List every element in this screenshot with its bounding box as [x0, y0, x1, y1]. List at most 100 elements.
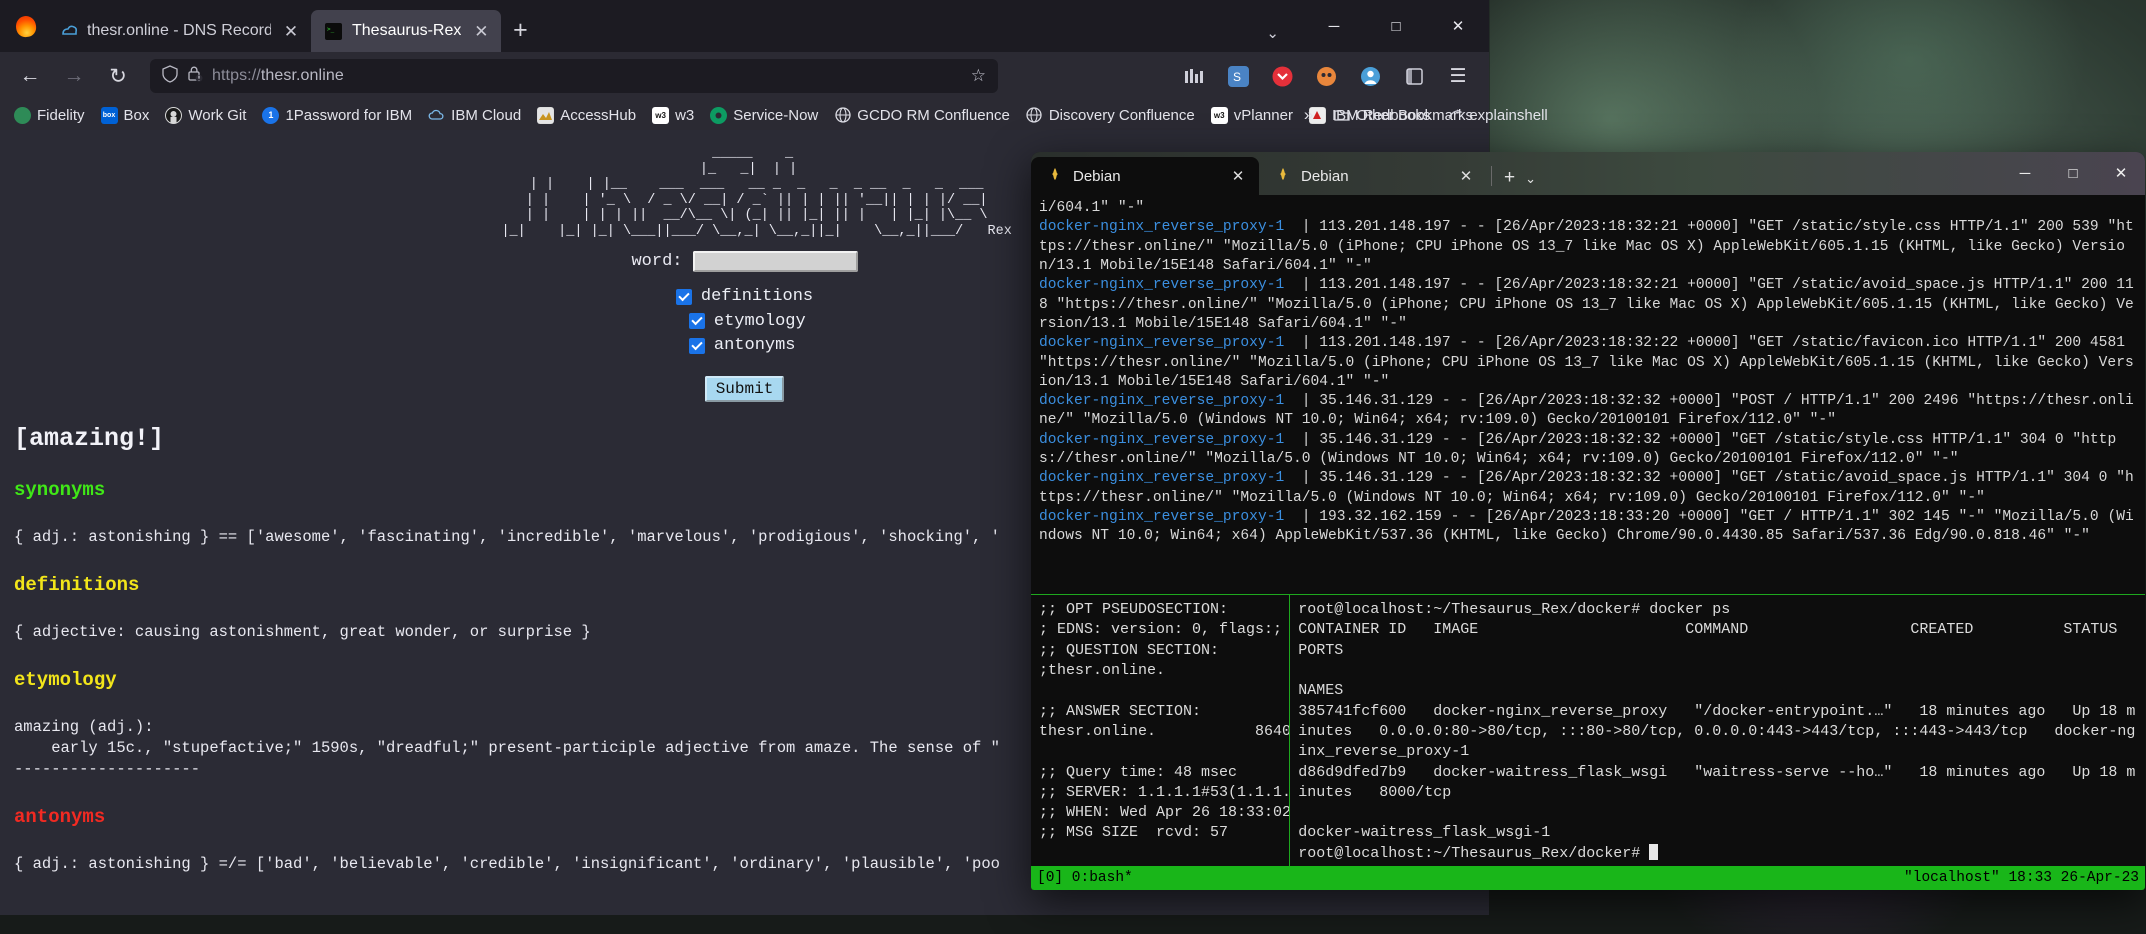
- svg-text:>_: >_: [327, 26, 335, 33]
- globe-icon: [834, 107, 851, 124]
- address-bar-url[interactable]: https://thesr.online: [212, 67, 344, 85]
- pocket-icon[interactable]: [1261, 58, 1303, 94]
- bookmark-gcdo-rm-confluence-label: GCDO RM Confluence: [857, 106, 1010, 124]
- bookmarks-bar-right: » Other Bookmarks: [1296, 105, 1481, 126]
- terminal-body[interactable]: i/604.1" "-" docker-nginx_reverse_proxy-…: [1031, 195, 2145, 867]
- terminal-minimize-button[interactable]: ─: [2001, 152, 2049, 195]
- globe-icon: [1026, 107, 1043, 124]
- bookmark-star-icon[interactable]: ☆: [971, 66, 986, 86]
- back-button[interactable]: ←: [10, 58, 50, 94]
- browser-toolbar-icons: S ☰: [1173, 58, 1479, 94]
- terminal-profile-dropdown-icon[interactable]: ⌄: [1525, 171, 1544, 195]
- log-service-name: docker-nginx_reverse_proxy-1: [1039, 277, 1285, 294]
- library-icon[interactable]: [1173, 58, 1215, 94]
- terminal-tab-0-close-icon[interactable]: ✕: [1227, 167, 1249, 185]
- bookmarks-overflow-icon[interactable]: »: [1296, 105, 1321, 125]
- bookmark-ibm-cloud[interactable]: IBM Cloud: [420, 105, 529, 126]
- terminal-tab-0-title: Debian: [1073, 167, 1121, 185]
- terminal-tab-separator: [1491, 166, 1492, 187]
- bookmark-ibm-cloud-label: IBM Cloud: [451, 106, 522, 124]
- checkbox-row-definitions[interactable]: definitions: [675, 287, 814, 306]
- address-bar[interactable]: https://thesr.online ☆: [150, 59, 998, 93]
- reload-button[interactable]: ↻: [98, 58, 138, 94]
- terminal-tab-1[interactable]: Debian ✕: [1259, 157, 1487, 195]
- sync-icon[interactable]: S: [1217, 58, 1259, 94]
- list-all-tabs-icon[interactable]: ⌄: [1266, 24, 1279, 42]
- terminal-status-bar: [0] 0:bash* "localhost" 18:33 26-Apr-23: [1031, 866, 2145, 890]
- terminal-tab-1-close-icon[interactable]: ✕: [1455, 167, 1477, 185]
- terminal-close-button[interactable]: ✕: [2097, 152, 2145, 195]
- etymology-checkbox[interactable]: [688, 313, 705, 329]
- shield-icon[interactable]: [162, 64, 178, 88]
- other-bookmarks-label: Other Bookmarks: [1356, 106, 1473, 124]
- bookmark-w3-label: w3: [675, 106, 695, 124]
- browser-maximize-button[interactable]: □: [1365, 0, 1427, 52]
- options-checkbox-group: definitions etymology antonyms: [675, 287, 814, 361]
- submit-button[interactable]: Submit: [704, 375, 785, 402]
- terminal-window: Debian ✕ Debian ✕ + ⌄ ─ □ ✕ i/604.1" "-"…: [1031, 152, 2145, 890]
- terminal-new-tab-button[interactable]: +: [1494, 167, 1525, 195]
- bookmark-vplanner[interactable]: w3 vPlanner: [1203, 105, 1301, 126]
- checkbox-row-etymology[interactable]: etymology: [688, 311, 813, 331]
- bookmark-1password[interactable]: 1 1Password for IBM: [254, 105, 420, 126]
- log-service-name: docker-nginx_reverse_proxy-1: [1039, 508, 1285, 525]
- servicenow-icon: [710, 106, 728, 124]
- github-icon: [165, 106, 183, 124]
- extensions-icon[interactable]: [1305, 58, 1347, 94]
- terminal-icon: >_: [324, 22, 343, 41]
- bookmark-discovery-confluence[interactable]: Discovery Confluence: [1018, 105, 1203, 126]
- terminal-maximize-button[interactable]: □: [2049, 152, 2097, 195]
- definitions-checkbox[interactable]: [675, 288, 692, 305]
- bookmark-accesshub[interactable]: AccessHub: [529, 105, 644, 126]
- bookmark-work-git-label: Work Git: [188, 106, 247, 124]
- browser-tab-0-close-icon[interactable]: ✕: [280, 20, 302, 42]
- bookmark-box[interactable]: box Box: [93, 105, 158, 126]
- browser-tab-1-close-icon[interactable]: ✕: [470, 20, 492, 42]
- bookmark-explainshell-label: explainshell: [1469, 106, 1548, 124]
- log-service-name: docker-nginx_reverse_proxy-1: [1039, 431, 1285, 448]
- word-input[interactable]: [692, 251, 858, 272]
- browser-tab-1[interactable]: >_ Thesaurus-Rex ✕: [311, 10, 502, 52]
- bookmark-box-label: Box: [123, 106, 150, 124]
- lock-warning-icon[interactable]: [187, 65, 203, 88]
- bookmark-fidelity-label: Fidelity: [37, 106, 85, 124]
- log-service-name: docker-nginx_reverse_proxy-1: [1039, 335, 1285, 352]
- bookmark-discovery-confluence-label: Discovery Confluence: [1048, 106, 1195, 124]
- accesshub-icon: [537, 106, 555, 124]
- log-service-name: docker-nginx_reverse_proxy-1: [1039, 219, 1285, 236]
- checkbox-row-antonyms[interactable]: antonyms: [688, 336, 813, 355]
- terminal-top-pane-nginx-logs[interactable]: i/604.1" "-" docker-nginx_reverse_proxy-…: [1031, 195, 2145, 592]
- bookmark-work-git[interactable]: Work Git: [157, 105, 254, 126]
- terminal-left-pane-dig-output[interactable]: ;; OPT PSEUDOSECTION: ; EDNS: version: 0…: [1031, 595, 1291, 867]
- bookmark-w3[interactable]: w3 w3: [644, 105, 702, 126]
- definitions-checkbox-label: definitions: [700, 287, 814, 306]
- url-protocol: https://: [212, 67, 261, 84]
- box-icon: box: [100, 106, 118, 124]
- bookmark-service-now[interactable]: Service-Now: [702, 105, 826, 126]
- svg-text:S: S: [1233, 70, 1241, 84]
- bookmark-vplanner-label: vPlanner: [1233, 106, 1293, 124]
- browser-close-button[interactable]: ✕: [1427, 0, 1489, 52]
- firefox-logo-icon: [6, 0, 46, 52]
- antonyms-checkbox-label: antonyms: [713, 336, 796, 355]
- cloudflare-icon: [59, 22, 78, 41]
- bookmarks-toolbar-icon[interactable]: [1393, 58, 1435, 94]
- browser-minimize-button[interactable]: ─: [1303, 0, 1365, 52]
- bookmark-gcdo-rm-confluence[interactable]: GCDO RM Confluence: [826, 105, 1018, 126]
- terminal-right-pane-docker-ps[interactable]: root@localhost:~/Thesaurus_Rex/docker# d…: [1290, 595, 2145, 866]
- forward-button[interactable]: →: [54, 58, 94, 94]
- etymology-checkbox-label: etymology: [713, 311, 806, 331]
- bookmarks-bar: Fidelity box Box Work Git 1 1Password fo…: [0, 100, 1548, 130]
- browser-tab-strip: thesr.online - DNS Records | Lin ✕ >_ Th…: [0, 0, 1489, 52]
- account-icon[interactable]: [1349, 58, 1391, 94]
- folder-icon: [1333, 107, 1350, 124]
- browser-tab-0[interactable]: thesr.online - DNS Records | Lin ✕: [46, 10, 311, 52]
- bookmark-fidelity[interactable]: Fidelity: [6, 105, 93, 126]
- other-bookmarks-folder[interactable]: Other Bookmarks: [1325, 105, 1481, 126]
- new-tab-button[interactable]: +: [501, 11, 539, 49]
- terminal-title-bar: Debian ✕ Debian ✕ + ⌄ ─ □ ✕: [1031, 152, 2145, 196]
- terminal-window-controls: ─ □ ✕: [2001, 152, 2145, 195]
- antonyms-checkbox[interactable]: [688, 337, 705, 354]
- terminal-tab-0[interactable]: Debian ✕: [1031, 157, 1259, 196]
- app-menu-icon[interactable]: ☰: [1437, 58, 1479, 94]
